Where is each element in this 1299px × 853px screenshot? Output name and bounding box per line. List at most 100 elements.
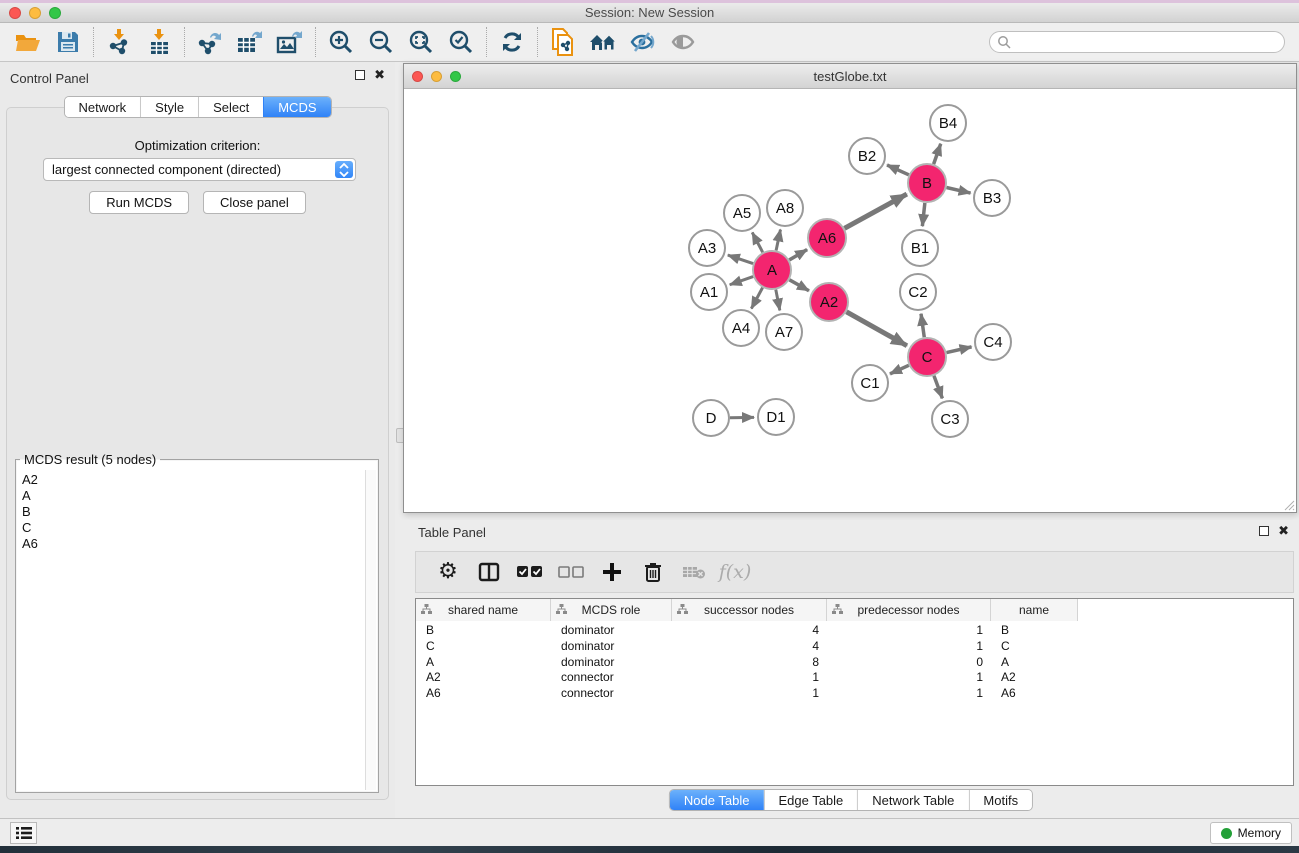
graph-edge[interactable]	[751, 288, 762, 309]
tab-node-table[interactable]: Node Table	[670, 790, 764, 810]
graph-node-C[interactable]: C	[907, 337, 947, 377]
graph-edge[interactable]	[752, 232, 762, 252]
zoom-selected-button[interactable]	[441, 25, 481, 59]
graph-edge[interactable]	[946, 187, 970, 193]
graph-node-A7[interactable]: A7	[765, 313, 803, 351]
graph-node-B3[interactable]: B3	[973, 179, 1011, 217]
mcds-result-list[interactable]: A2ABCA6	[18, 472, 364, 790]
table-row[interactable]: A6connector11A6	[416, 685, 1078, 701]
graph-edge[interactable]	[846, 312, 907, 346]
node-table[interactable]: shared nameMCDS rolesuccessor nodesprede…	[415, 598, 1294, 786]
graph-edge[interactable]	[730, 277, 753, 285]
task-history-button[interactable]	[10, 822, 37, 844]
graph-node-C2[interactable]: C2	[899, 273, 937, 311]
graph-edge[interactable]	[845, 194, 907, 228]
tab-network-table[interactable]: Network Table	[857, 790, 968, 810]
float-table-panel-icon[interactable]	[1259, 526, 1269, 536]
graph-edge[interactable]	[789, 280, 809, 291]
deselect-all-columns-button[interactable]	[555, 556, 587, 588]
tab-network[interactable]: Network	[64, 97, 140, 117]
tab-style[interactable]: Style	[140, 97, 198, 117]
close-panel-button[interactable]: Close panel	[203, 191, 306, 214]
graph-node-B1[interactable]: B1	[901, 229, 939, 267]
table-row[interactable]: Cdominator41C	[416, 638, 1078, 654]
import-network-button[interactable]	[99, 25, 139, 59]
first-neighbors-button[interactable]	[583, 25, 623, 59]
duplicate-network-button[interactable]	[543, 25, 583, 59]
graph-node-B[interactable]: B	[907, 163, 947, 203]
result-item[interactable]: A6	[18, 536, 364, 552]
select-all-columns-button[interactable]	[514, 556, 546, 588]
import-table-button[interactable]	[139, 25, 179, 59]
result-item[interactable]: A2	[18, 472, 364, 488]
export-network-button[interactable]	[190, 25, 230, 59]
network-window-titlebar[interactable]: testGlobe.txt	[404, 64, 1296, 89]
graph-node-A6[interactable]: A6	[807, 218, 847, 258]
result-item[interactable]: A	[18, 488, 364, 504]
graph-edge[interactable]	[890, 365, 909, 374]
show-all-button[interactable]	[663, 25, 703, 59]
criterion-dropdown[interactable]: largest connected component (directed)	[43, 158, 356, 181]
column-header-predecessor-nodes[interactable]: predecessor nodes	[827, 599, 991, 621]
save-session-button[interactable]	[48, 25, 88, 59]
graph-edge[interactable]	[947, 347, 972, 353]
graph-edge[interactable]	[922, 203, 925, 226]
graph-node-B4[interactable]: B4	[929, 104, 967, 142]
search-input[interactable]	[1011, 35, 1284, 49]
add-column-button[interactable]	[596, 556, 628, 588]
open-session-button[interactable]	[8, 25, 48, 59]
table-row[interactable]: A2connector11A2	[416, 669, 1078, 685]
column-header-shared-name[interactable]: shared name	[416, 599, 551, 621]
graph-node-A2[interactable]: A2	[809, 282, 849, 322]
graph-node-A1[interactable]: A1	[690, 273, 728, 311]
hide-selected-button[interactable]	[623, 25, 663, 59]
export-image-button[interactable]	[270, 25, 310, 59]
graph-node-B2[interactable]: B2	[848, 137, 886, 175]
graph-node-A8[interactable]: A8	[766, 189, 804, 227]
tab-select[interactable]: Select	[198, 97, 263, 117]
graph-node-A[interactable]: A	[752, 250, 792, 290]
zoom-fit-button[interactable]	[401, 25, 441, 59]
column-header-MCDS-role[interactable]: MCDS role	[551, 599, 672, 621]
close-panel-icon[interactable]: ✖	[374, 70, 385, 80]
delete-table-button[interactable]	[678, 556, 710, 588]
graph-edge[interactable]	[728, 255, 753, 264]
table-row[interactable]: Bdominator41B	[416, 622, 1078, 638]
tab-edge-table[interactable]: Edge Table	[763, 790, 857, 810]
graph-node-A3[interactable]: A3	[688, 229, 726, 267]
zoom-in-button[interactable]	[321, 25, 361, 59]
graph-node-C3[interactable]: C3	[931, 400, 969, 438]
column-header-successor-nodes[interactable]: successor nodes	[672, 599, 827, 621]
graph-node-A4[interactable]: A4	[722, 309, 760, 347]
graph-edge[interactable]	[934, 144, 941, 164]
network-graph-canvas[interactable]: B4 B2 B B3 A8A5 A6 A3 B1 A A1 C2 A2 A4A7 C4 C C1 C3 D D1	[404, 89, 1296, 512]
graph-edge[interactable]	[789, 250, 807, 260]
function-builder-button[interactable]: f(x)	[719, 556, 751, 588]
result-item[interactable]: C	[18, 520, 364, 536]
delete-column-button[interactable]	[637, 556, 669, 588]
column-header-name[interactable]: name	[991, 599, 1078, 621]
graph-node-D[interactable]: D	[692, 399, 730, 437]
graph-edge[interactable]	[934, 376, 942, 399]
table-settings-button[interactable]: ⚙	[432, 556, 464, 588]
zoom-out-button[interactable]	[361, 25, 401, 59]
result-scrollbar[interactable]	[365, 470, 376, 790]
close-table-panel-icon[interactable]: ✖	[1278, 526, 1289, 536]
graph-node-C4[interactable]: C4	[974, 323, 1012, 361]
graph-node-D1[interactable]: D1	[757, 398, 795, 436]
show-column-panel-button[interactable]	[473, 556, 505, 588]
tab-motifs[interactable]: Motifs	[968, 790, 1032, 810]
graph-edge[interactable]	[776, 290, 780, 311]
memory-button[interactable]: Memory	[1210, 822, 1292, 844]
result-item[interactable]: B	[18, 504, 364, 520]
tab-mcds[interactable]: MCDS	[263, 97, 330, 117]
search-field[interactable]	[989, 31, 1285, 53]
float-panel-icon[interactable]	[355, 70, 365, 80]
graph-edge[interactable]	[887, 165, 909, 175]
graph-edge[interactable]	[921, 314, 924, 337]
graph-node-A5[interactable]: A5	[723, 194, 761, 232]
export-table-button[interactable]	[230, 25, 270, 59]
refresh-button[interactable]	[492, 25, 532, 59]
graph-node-C1[interactable]: C1	[851, 364, 889, 402]
resize-grip-icon[interactable]	[1283, 499, 1295, 511]
